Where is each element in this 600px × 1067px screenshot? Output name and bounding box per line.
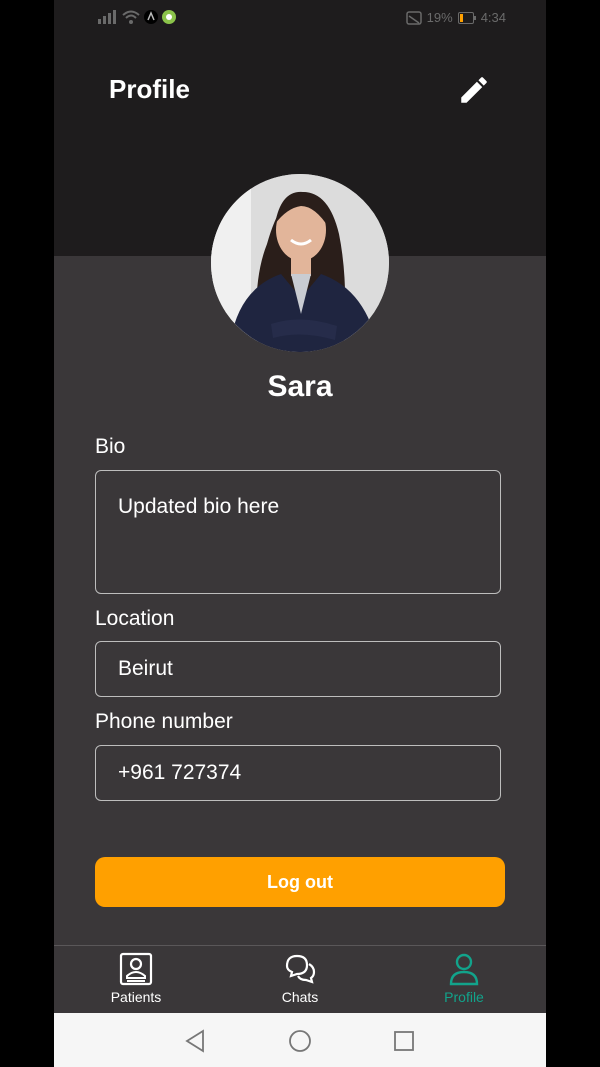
bio-field[interactable]: Updated bio here xyxy=(95,470,501,594)
app-status-icon xyxy=(162,10,176,24)
recents-square-icon xyxy=(394,1031,414,1051)
patient-card-icon xyxy=(119,952,153,986)
home-button[interactable] xyxy=(285,1027,315,1055)
profile-photo xyxy=(211,174,389,352)
tab-profile-label: Profile xyxy=(444,989,484,1005)
bio-label: Bio xyxy=(95,435,126,458)
notification-icon xyxy=(144,10,158,24)
clock: 4:34 xyxy=(480,10,506,25)
tab-patients[interactable]: Patients xyxy=(76,952,196,1012)
avatar xyxy=(211,174,389,352)
status-icons-left xyxy=(96,10,176,24)
back-triangle-icon xyxy=(185,1029,204,1053)
tab-chats[interactable]: Chats xyxy=(240,952,360,1012)
recents-button[interactable] xyxy=(389,1027,419,1055)
pencil-icon xyxy=(461,77,487,103)
tab-chats-label: Chats xyxy=(281,989,319,1005)
chat-bubbles-icon xyxy=(285,954,316,984)
signal-icon xyxy=(98,10,116,24)
location-field[interactable] xyxy=(95,641,501,697)
bottom-tab-bar: Patients Chats Profile xyxy=(54,946,546,1013)
phone-field[interactable] xyxy=(95,745,501,801)
back-button[interactable] xyxy=(181,1027,211,1055)
home-circle-icon xyxy=(289,1030,311,1052)
battery-icon xyxy=(457,11,476,24)
tab-profile[interactable]: Profile xyxy=(404,952,524,1012)
location-label: Location xyxy=(95,607,175,630)
person-icon xyxy=(449,953,479,986)
logout-button[interactable]: Log out xyxy=(95,857,505,907)
tab-patients-label: Patients xyxy=(110,989,162,1005)
profile-name: Sara xyxy=(267,370,333,403)
page-title: Profile xyxy=(109,74,190,104)
app-screen: 19% 4:34 Profile Sara Bio Updated bio he… xyxy=(54,0,546,1067)
wifi-icon xyxy=(122,10,140,24)
battery-percent: 19% xyxy=(426,10,453,25)
phone-label: Phone number xyxy=(95,710,233,733)
status-icons-right: 19% 4:34 xyxy=(405,10,506,25)
edit-profile-button[interactable] xyxy=(457,73,491,107)
status-bar: 19% 4:34 xyxy=(54,0,546,38)
cast-icon xyxy=(405,10,422,25)
system-navigation-bar xyxy=(54,1013,546,1067)
